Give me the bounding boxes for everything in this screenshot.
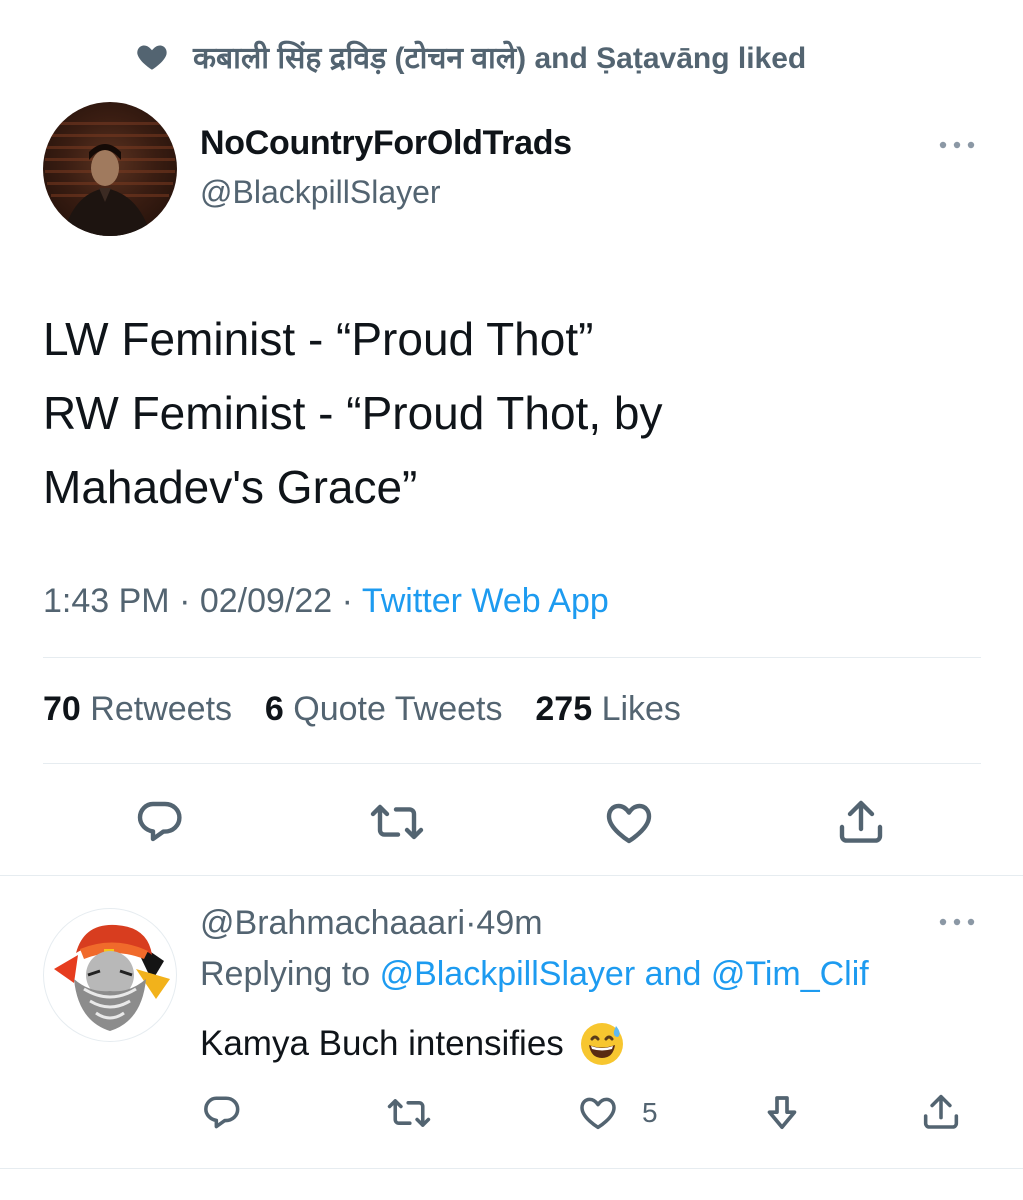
retweets-count: 70: [43, 690, 81, 728]
reply-downvote-button[interactable]: [762, 1092, 802, 1134]
quotes-count: 6: [264, 690, 284, 728]
quote-tweets-stat[interactable]: 6 Quote Tweets: [265, 690, 512, 728]
retweets-stat[interactable]: 70 Retweets: [43, 690, 241, 728]
tweet-stats-row: 70 Retweets 6 Quote Tweets 275 Likes: [43, 690, 681, 729]
replying-to-prefix: Replying to: [200, 955, 371, 993]
tweet-source-link[interactable]: Twitter Web App: [362, 582, 609, 620]
reply-retweet-button[interactable]: [387, 1096, 431, 1130]
reply-header: @Brahmachaaari·49m: [200, 904, 543, 943]
mention-link[interactable]: @Tim_Clif: [711, 955, 869, 993]
liked-by-text: कबाली सिंह द्रविड़ (टोचन वाले) and Ṣaṭav…: [193, 41, 807, 75]
reply-text-body: Kamya Buch intensifies: [200, 1024, 564, 1063]
separator-dot: ·: [179, 582, 191, 620]
replying-and: and: [644, 955, 702, 993]
reply-like-count: 5: [642, 1097, 658, 1128]
reply-author-handle[interactable]: @Brahmachaaari: [200, 904, 465, 942]
mention-link[interactable]: @BlackpillSlayer: [380, 955, 636, 993]
likes-label: Likes: [601, 690, 681, 728]
reply-reply-button[interactable]: [201, 1092, 243, 1132]
heart-filled-icon: [133, 38, 171, 74]
tweet-date[interactable]: 02/09/22: [200, 582, 332, 620]
tweet-text-line: Mahadev's Grace”: [43, 461, 418, 513]
author-display-name[interactable]: NoCountryForOldTrads: [200, 124, 572, 163]
divider: [0, 875, 1023, 876]
grinning-sweat-emoji: [578, 1020, 626, 1068]
like-button[interactable]: [604, 800, 654, 846]
likes-count: 275: [535, 690, 593, 728]
tweet-timestamp-row: 1:43 PM · 02/09/22 · Twitter Web App: [43, 582, 609, 621]
divider: [43, 657, 981, 658]
separator-dot: ·: [341, 582, 353, 620]
divider: [0, 1168, 1023, 1169]
tweet-text-line: RW Feminist - “Proud Thot, by: [43, 387, 663, 439]
reply-age[interactable]: 49m: [476, 904, 542, 942]
retweets-label: Retweets: [90, 690, 233, 728]
more-options-icon[interactable]: [936, 913, 978, 931]
reply-text: Kamya Buch intensifies: [200, 1020, 626, 1068]
separator-dot: ·: [465, 904, 477, 942]
tweet-text-line: LW Feminist - “Proud Thot”: [43, 313, 594, 365]
reply-like-button[interactable]: 5: [578, 1094, 658, 1132]
retweet-button[interactable]: [370, 801, 424, 843]
reply-button[interactable]: [134, 797, 186, 845]
author-avatar[interactable]: [43, 102, 177, 236]
reply-share-button[interactable]: [920, 1091, 962, 1133]
share-button[interactable]: [835, 797, 887, 847]
tweet-time[interactable]: 1:43 PM: [43, 582, 170, 620]
reply-author-avatar[interactable]: [43, 908, 177, 1042]
replying-to-line: Replying to @BlackpillSlayer and @Tim_Cl…: [200, 955, 869, 994]
author-handle[interactable]: @BlackpillSlayer: [200, 174, 441, 211]
quotes-label: Quote Tweets: [293, 690, 503, 728]
divider: [43, 763, 981, 764]
liked-by-context[interactable]: कबाली सिंह द्रविड़ (टोचन वाले) and Ṣaṭav…: [133, 36, 806, 76]
more-options-icon[interactable]: [936, 136, 978, 154]
tweet-text: LW Feminist - “Proud Thot” RW Feminist -…: [43, 302, 662, 524]
likes-stat[interactable]: 275 Likes: [535, 690, 681, 728]
